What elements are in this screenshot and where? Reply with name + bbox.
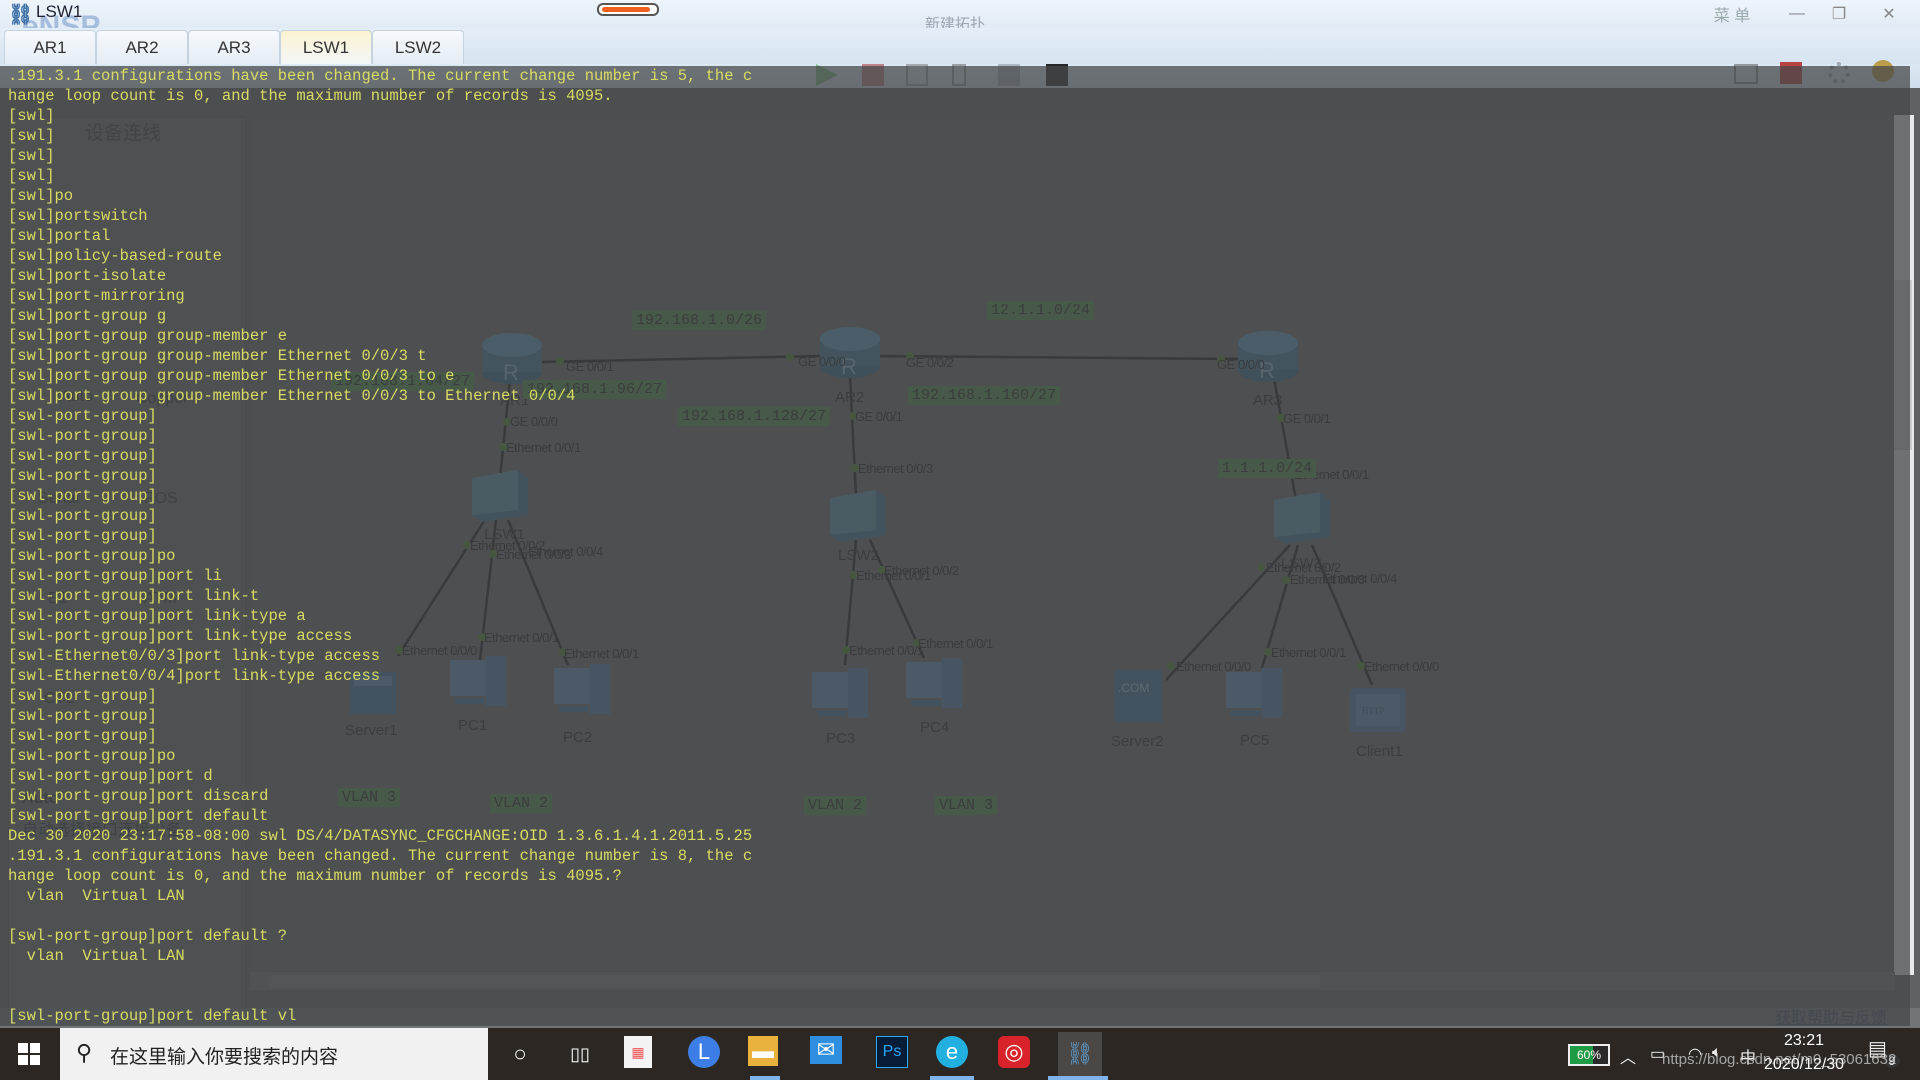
terminal-line: [swl-port-group] xyxy=(8,527,157,545)
terminal-line: [swl]port-group g xyxy=(8,307,167,325)
clock-time[interactable]: 23:21 xyxy=(1784,1032,1824,1050)
show-hidden-icons-icon[interactable]: ︿ xyxy=(1620,1044,1636,1068)
netease-music-icon[interactable]: ◎ xyxy=(998,1036,1030,1068)
terminal-line: hange loop count is 0, and the maximum n… xyxy=(8,867,622,885)
terminal-line: [swl]port-group group-member e xyxy=(8,327,288,345)
battery-percent: 60% xyxy=(1576,1048,1602,1062)
search-placeholder[interactable]: 在这里输入你要搜索的内容 xyxy=(110,1042,338,1069)
terminal-line: [swl-port-group] xyxy=(8,687,157,705)
terminal-line: [swl-port-group]port li xyxy=(8,567,222,585)
store-icon[interactable]: ▦ xyxy=(624,1036,652,1068)
terminal-line: [swl-port-group]po xyxy=(8,747,176,765)
terminal-line: Dec 30 2020 23:17:58-08:00 swl DS/4/DATA… xyxy=(8,827,753,845)
terminal-line: vlan Virtual LAN xyxy=(8,887,185,905)
terminal-line: [swl-port-group] xyxy=(8,507,157,525)
terminal-line: [swl]port-mirroring xyxy=(8,287,185,305)
url-watermark: https://blog.csdn.net/m0_53061632 xyxy=(1662,1051,1897,1068)
terminal-line: hange loop count is 0, and the maximum n… xyxy=(8,87,613,105)
terminal-line: [swl]port-group group-member Ethernet 0/… xyxy=(8,367,455,385)
terminal-line: [swl-port-group] xyxy=(8,727,157,745)
file-explorer-icon[interactable]: ▬ xyxy=(748,1036,778,1066)
terminal-line: [swl] xyxy=(8,107,55,125)
terminal-line: .191.3.1 configurations have been change… xyxy=(8,847,753,865)
terminal-line: vlan Virtual LAN xyxy=(8,947,185,965)
terminal-line: [swl-port-group] xyxy=(8,467,157,485)
terminal-line: [swl]port-group group-member Ethernet 0/… xyxy=(8,347,427,365)
windows-logo-icon xyxy=(18,1043,40,1065)
terminal-line: [swl] xyxy=(8,147,55,165)
ensp-taskbar-icon[interactable]: ⛓ xyxy=(1058,1032,1102,1076)
terminal-line: [swl-port-group]port default vl xyxy=(8,1007,297,1025)
cortana-icon[interactable]: ○ xyxy=(502,1036,538,1072)
terminal-line: [swl-port-group]port link-type a xyxy=(8,607,306,625)
terminal-line: [swl-port-group]port d xyxy=(8,767,213,785)
terminal-line: [swl] xyxy=(8,167,55,185)
terminal-line: [swl-port-group]port default ? xyxy=(8,927,288,945)
terminal-line: [swl-Ethernet0/0/4]port link-type access xyxy=(8,667,381,685)
terminal-line: [swl-port-group]port discard xyxy=(8,787,269,805)
terminal-line: [swl-port-group]port link-t xyxy=(8,587,260,605)
active-indicator xyxy=(750,1076,780,1080)
terminal-line: [swl-port-group] xyxy=(8,407,157,425)
terminal-line: [swl]portal xyxy=(8,227,111,245)
terminal-line: [swl-port-group] xyxy=(8,487,157,505)
terminal-line: [swl-port-group] xyxy=(8,707,157,725)
terminal-line: [swl-port-group] xyxy=(8,427,157,445)
l-app-icon[interactable]: L xyxy=(688,1036,720,1068)
photoshop-icon[interactable]: Ps xyxy=(876,1036,908,1068)
task-view-icon[interactable]: ▯▯ xyxy=(562,1036,598,1072)
terminal-line: [swl-port-group]port link-type access xyxy=(8,627,353,645)
mail-icon[interactable]: ✉ xyxy=(810,1036,842,1064)
browser-icon[interactable]: e xyxy=(936,1036,968,1068)
terminal-line: [swl-Ethernet0/0/3]port link-type access xyxy=(8,647,381,665)
terminal-line: [swl-port-group]po xyxy=(8,547,176,565)
terminal-line: [swl]policy-based-route xyxy=(8,247,222,265)
terminal-line: [swl] xyxy=(8,127,55,145)
terminal-line: .191.3.1 configurations have been change… xyxy=(8,67,753,85)
terminal-line: [swl]port-isolate xyxy=(8,267,167,285)
search-icon: ⚲ xyxy=(76,1040,93,1065)
start-button[interactable] xyxy=(0,1028,58,1080)
active-indicator xyxy=(930,1076,974,1080)
battery-indicator[interactable]: 60% xyxy=(1568,1044,1610,1066)
terminal-line: [swl-port-group] xyxy=(8,447,157,465)
terminal-line: [swl-port-group]port default xyxy=(8,807,269,825)
active-indicator xyxy=(1048,1076,1108,1080)
terminal-line: [swl]portswitch xyxy=(8,207,148,225)
terminal-line: [swl]port-group group-member Ethernet 0/… xyxy=(8,387,576,405)
terminal-line: [swl]po xyxy=(8,187,74,205)
